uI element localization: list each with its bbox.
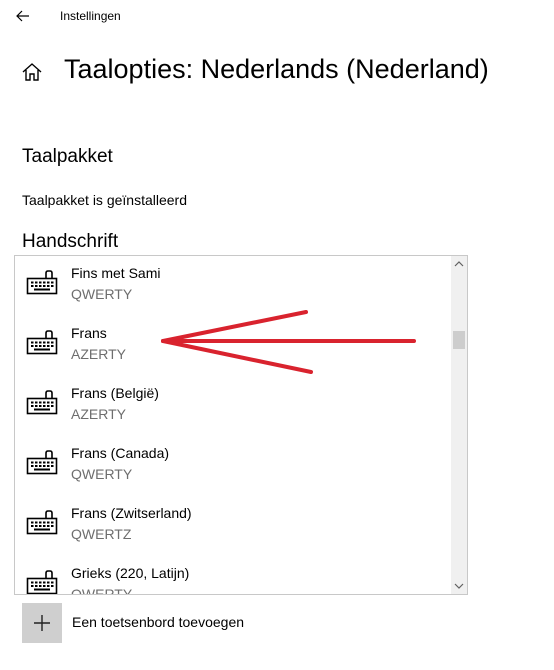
keyboard-list: Fins met Sami QWERTY Frans AZERTY Frans (Bel…	[15, 262, 453, 595]
keyboard-layout: AZERTY	[71, 406, 126, 422]
keyboard-name: Frans (België)	[71, 385, 159, 401]
keyboard-layout: QWERTY	[71, 286, 133, 302]
back-arrow-icon	[16, 10, 29, 22]
page-title: Taalopties: Nederlands (Nederland)	[64, 54, 489, 84]
scrollbar[interactable]	[451, 256, 467, 594]
add-keyboard-button[interactable]	[22, 603, 62, 643]
keyboard-item[interactable]: Frans (Canada) QWERTY	[15, 442, 453, 502]
keyboard-layout: QWERTZ	[71, 526, 132, 542]
keyboard-item[interactable]: Frans (Zwitserland) QWERTZ	[15, 502, 453, 562]
keyboard-name: Frans (Zwitserland)	[71, 505, 192, 521]
keyboard-icon	[26, 390, 58, 416]
keyboard-item[interactable]: Frans (België) AZERTY	[15, 382, 453, 442]
chevron-down-icon	[454, 583, 464, 589]
keyboard-icon	[26, 450, 58, 476]
add-keyboard-label[interactable]: Een toetsenbord toevoegen	[72, 614, 244, 630]
keyboard-name: Fins met Sami	[71, 265, 161, 281]
keyboard-icon	[26, 270, 58, 296]
keyboard-icon	[26, 510, 58, 536]
language-pack-status: Taalpakket is geïnstalleerd	[22, 192, 187, 208]
keyboard-item[interactable]: Frans AZERTY	[15, 322, 453, 382]
app-title: Instellingen	[60, 9, 121, 23]
keyboard-layout: QWERTY	[71, 466, 133, 482]
keyboard-layout: AZERTY	[71, 346, 126, 362]
language-pack-heading: Taalpakket	[22, 146, 113, 167]
keyboard-name: Grieks (220, Latijn)	[71, 565, 190, 581]
keyboard-name: Frans (Canada)	[71, 445, 170, 461]
keyboard-list-panel: Fins met Sami QWERTY Frans AZERTY Frans (Bel…	[14, 255, 468, 595]
keyboard-layout: QWERTY	[71, 586, 133, 595]
keyboard-item[interactable]: Fins met Sami QWERTY	[15, 262, 453, 322]
keyboard-item[interactable]: Grieks (220, Latijn) QWERTY	[15, 562, 453, 595]
handwriting-heading: Handschrift	[22, 231, 119, 252]
scroll-down-button[interactable]	[451, 578, 467, 594]
chevron-up-icon	[454, 261, 464, 267]
title-bar: Instellingen	[0, 0, 554, 32]
keyboard-icon	[26, 330, 58, 356]
scroll-thumb[interactable]	[453, 331, 465, 349]
plus-icon	[34, 615, 50, 631]
keyboard-icon	[26, 570, 58, 594]
back-button[interactable]	[10, 4, 36, 28]
scroll-up-button[interactable]	[451, 256, 467, 272]
keyboard-name: Frans	[71, 325, 107, 341]
home-icon	[22, 63, 42, 81]
home-button[interactable]	[20, 60, 44, 84]
